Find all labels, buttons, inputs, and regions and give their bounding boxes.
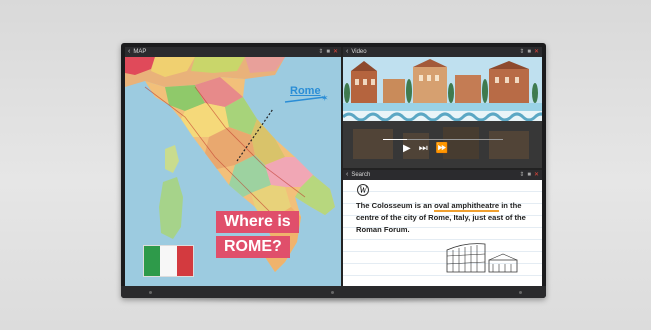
close-icon[interactable]: ✕ <box>534 170 539 180</box>
map-window-title: MAP <box>133 49 147 55</box>
map-view[interactable]: ✶ Rome Where is ROME? <box>125 57 341 286</box>
back-arrow-icon[interactable]: ‹ <box>346 170 348 180</box>
search-window-title: Search <box>351 172 371 178</box>
resize-icon[interactable]: ⇕ <box>519 47 524 57</box>
bezel-indicator <box>149 291 152 294</box>
fast-forward-icon[interactable]: ⏩ <box>436 143 448 154</box>
map-window-titlebar[interactable]: ‹ MAP ⇕ ■ ✕ <box>125 47 341 57</box>
search-result: W The Colosseum is an oval amphitheatre … <box>343 180 542 286</box>
interactive-display: ‹ MAP ⇕ ■ ✕ ✶ Rome Where is ROME? ‹ Vide… <box>121 43 546 298</box>
power-indicator[interactable] <box>331 291 334 294</box>
video-player[interactable]: ▶ ⏭ ⏩ <box>343 57 542 168</box>
video-window-titlebar[interactable]: ‹ Video ⇕ ■ ✕ <box>343 47 542 57</box>
svg-text:✶: ✶ <box>321 94 329 104</box>
skip-icon[interactable]: ⏭ <box>419 143 428 154</box>
question-callout: Where is ROME? <box>216 211 320 263</box>
back-arrow-icon[interactable]: ‹ <box>128 47 130 57</box>
maximize-icon[interactable]: ■ <box>527 170 531 180</box>
question-line-1: Where is <box>216 211 299 233</box>
rome-label: Rome <box>290 85 321 97</box>
article-highlight: oval amphitheatre <box>434 201 500 212</box>
resize-icon[interactable]: ⇕ <box>318 47 323 57</box>
video-controls: ▶ ⏭ ⏩ <box>403 143 448 154</box>
play-icon[interactable]: ▶ <box>403 143 411 154</box>
question-line-2: ROME? <box>216 236 290 258</box>
article-text-start: The Colosseum is an <box>356 201 435 210</box>
colosseum-sketch-icon <box>446 243 518 273</box>
close-icon[interactable]: ✕ <box>333 47 338 57</box>
resize-icon[interactable]: ⇕ <box>519 170 524 180</box>
map-window: ‹ MAP ⇕ ■ ✕ ✶ Rome Where is ROME? <box>125 47 341 286</box>
wikipedia-icon[interactable]: W <box>357 184 369 196</box>
bezel-bottom <box>121 286 546 298</box>
back-arrow-icon[interactable]: ‹ <box>346 47 348 57</box>
display-screen: ‹ MAP ⇕ ■ ✕ ✶ Rome Where is ROME? ‹ Vide… <box>125 47 542 286</box>
italian-flag-icon <box>143 245 194 277</box>
maximize-icon[interactable]: ■ <box>527 47 531 57</box>
maximize-icon[interactable]: ■ <box>326 47 330 57</box>
close-icon[interactable]: ✕ <box>534 47 539 57</box>
search-window: ‹ Search ⇕ ■ ✕ W The Colosseum is an ova… <box>343 170 542 286</box>
search-window-titlebar[interactable]: ‹ Search ⇕ ■ ✕ <box>343 170 542 180</box>
bezel-indicator <box>519 291 522 294</box>
video-window-title: Video <box>351 49 367 55</box>
video-progress-bar[interactable] <box>383 139 503 140</box>
article-text: The Colosseum is an oval amphitheatre in… <box>356 200 536 236</box>
video-window: ‹ Video ⇕ ■ ✕ ▶ ⏭ ⏩ <box>343 47 542 168</box>
